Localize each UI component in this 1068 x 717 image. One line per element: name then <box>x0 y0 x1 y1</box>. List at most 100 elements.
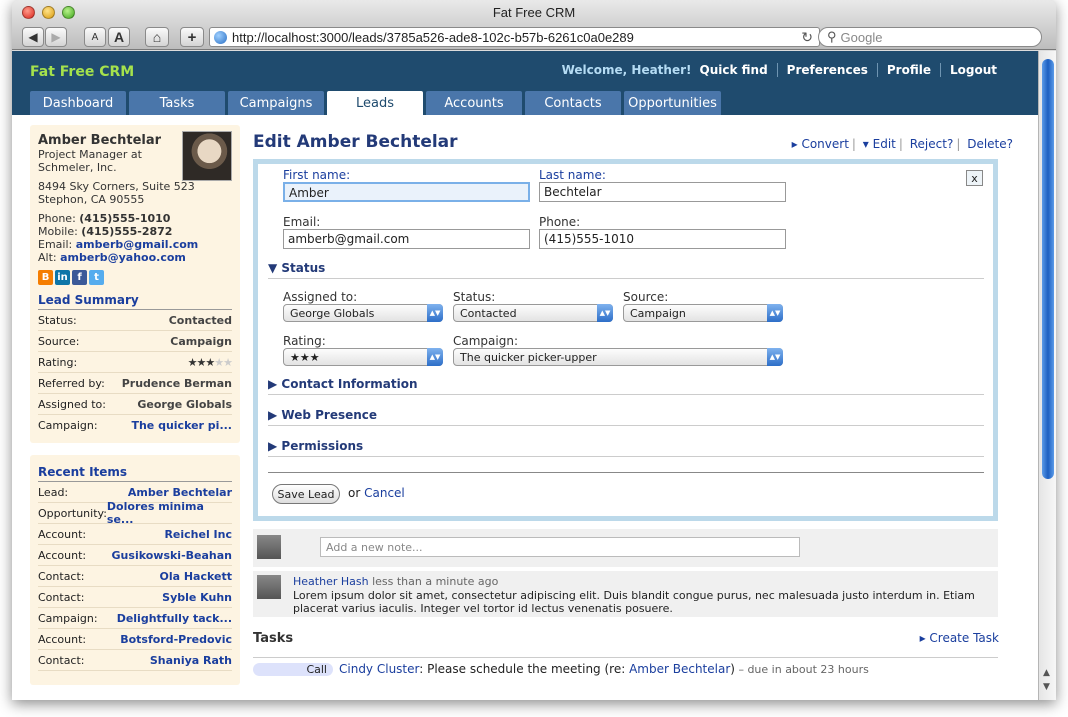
window-title: Fat Free CRM <box>492 5 576 20</box>
profile-link[interactable]: Profile <box>876 63 940 77</box>
home-button[interactable]: ⌂ <box>145 27 169 47</box>
edit-form: x First name: Amber Last name: Bechtelar… <box>253 159 998 521</box>
quick-find-link[interactable]: Quick find <box>700 63 777 77</box>
select-arrows-icon: ▲▼ <box>767 348 783 366</box>
campaign-value: The quicker picker-upper <box>460 351 597 364</box>
scroll-up-icon[interactable]: ▲ <box>1043 668 1050 678</box>
web-presence-section-header[interactable]: ▶ Web Presence <box>268 408 984 426</box>
recent-link[interactable]: Amber Bechtelar <box>128 486 232 499</box>
reload-icon[interactable]: ↻ <box>801 29 813 46</box>
recent-row: Opportunity: Dolores minima se... <box>38 500 232 526</box>
tab-campaigns[interactable]: Campaigns <box>228 91 324 115</box>
source-select[interactable]: Campaign ▲▼ <box>623 304 783 322</box>
forward-button[interactable]: ▶ <box>45 27 67 47</box>
recent-link[interactable]: Gusikowski-Beahan <box>112 549 232 562</box>
first-name-input[interactable]: Amber <box>283 182 530 202</box>
convert-link[interactable]: ▸ Convert <box>792 137 849 151</box>
contact-info-section-header[interactable]: ▶ Contact Information <box>268 377 984 395</box>
status-select[interactable]: Contacted ▲▼ <box>453 304 613 322</box>
recent-link[interactable]: Ola Hackett <box>159 570 232 583</box>
assigned-select[interactable]: George Globals ▲▼ <box>283 304 443 322</box>
recent-link[interactable]: Shaniya Rath <box>150 654 232 667</box>
summary-value: Prudence Berman <box>121 376 232 390</box>
summary-value: George Globals <box>137 397 232 411</box>
address-bar[interactable]: http://localhost:3000/leads/3785a526-ade… <box>209 27 820 47</box>
note-body-2: placerat varius iaculis. Integer vel tor… <box>293 602 673 615</box>
scrollbar-thumb[interactable] <box>1042 59 1054 479</box>
campaign-select[interactable]: The quicker picker-upper ▲▼ <box>453 348 783 366</box>
text-smaller-button[interactable]: A <box>84 27 106 47</box>
recent-link[interactable]: Reichel Inc <box>164 528 232 541</box>
task-related-link[interactable]: Amber Bechtelar <box>629 662 730 676</box>
email-link[interactable]: amberb@gmail.com <box>76 238 199 251</box>
main-tabs: Dashboard Tasks Campaigns Leads Accounts… <box>30 91 721 115</box>
recent-link[interactable]: Delightfully tack... <box>117 612 232 625</box>
delete-link[interactable]: Delete? <box>967 137 1013 151</box>
note-item: Heather Hash less than a minute ago Lore… <box>253 571 998 617</box>
recent-link[interactable]: Dolores minima se... <box>107 500 232 526</box>
note-input[interactable]: Add a new note... <box>320 537 800 557</box>
campaign-link[interactable]: The quicker pi... <box>131 419 232 432</box>
recent-key: Account: <box>38 632 87 646</box>
status-section-header[interactable]: ▼ Status <box>268 261 984 279</box>
back-button[interactable]: ◀ <box>22 27 44 47</box>
recent-link[interactable]: Botsford-Predovic <box>120 633 232 646</box>
app-logo[interactable]: Fat Free CRM <box>30 64 134 80</box>
assigned-value: George Globals <box>290 307 375 320</box>
edit-link[interactable]: ▾ Edit <box>863 137 896 151</box>
twitter-icon[interactable]: t <box>89 270 104 285</box>
first-name-label: First name: <box>283 168 351 182</box>
welcome-text: Welcome, Heather! <box>561 63 692 77</box>
phone-input[interactable]: (415)555-1010 <box>539 229 786 249</box>
recent-link[interactable]: Syble Kuhn <box>162 591 232 604</box>
scroll-down-icon[interactable]: ▼ <box>1043 682 1050 692</box>
rating-label: Rating: <box>283 334 326 348</box>
recent-items-title: Recent Items <box>38 465 232 482</box>
save-lead-button[interactable]: Save Lead <box>272 484 340 504</box>
status-value: Contacted <box>460 307 517 320</box>
rating-stars: ★★★★★ <box>188 356 233 369</box>
alt-email-link[interactable]: amberb@yahoo.com <box>60 251 186 264</box>
rating-value: ★★★ <box>290 351 320 364</box>
add-bookmark-button[interactable]: + <box>180 27 204 47</box>
linkedin-icon[interactable]: in <box>55 270 70 285</box>
form-divider <box>268 472 984 473</box>
facebook-icon[interactable]: f <box>72 270 87 285</box>
or-cancel: or Cancel <box>348 486 405 500</box>
tab-tasks[interactable]: Tasks <box>129 91 225 115</box>
tab-leads[interactable]: Leads <box>327 91 423 115</box>
title-bar: Fat Free CRM ◀ ▶ A A ⌂ + http://localhos… <box>12 0 1056 50</box>
summary-row-assigned: Assigned to: George Globals <box>38 394 232 415</box>
lead-actions: ▸ Convert | ▾ Edit | Reject? | Delete? <box>791 137 1013 151</box>
task-contact-link[interactable]: Cindy Cluster <box>339 662 419 676</box>
note-body-1: Lorem ipsum dolor sit amet, consectetur … <box>293 589 975 602</box>
rating-select[interactable]: ★★★ ▲▼ <box>283 348 443 366</box>
tab-accounts[interactable]: Accounts <box>426 91 522 115</box>
tab-opportunities[interactable]: Opportunities <box>624 91 721 115</box>
app-header: Fat Free CRM Welcome, Heather! Quick fin… <box>12 51 1038 115</box>
phone-label: Phone: <box>38 212 76 225</box>
permissions-section-header[interactable]: ▶ Permissions <box>268 439 984 457</box>
preferences-link[interactable]: Preferences <box>776 63 877 77</box>
vertical-scrollbar[interactable]: ▲ ▼ <box>1038 51 1056 700</box>
address-line-2: Stephon, CA 90555 <box>38 193 145 206</box>
blog-icon[interactable]: B <box>38 270 53 285</box>
phone-value: (415)555-1010 <box>79 212 171 225</box>
note-author-link[interactable]: Heather Hash <box>293 575 369 588</box>
source-value: Campaign <box>630 307 686 320</box>
source-label: Source: <box>623 290 669 304</box>
task-row: Call Cindy Cluster: Please schedule the m… <box>253 657 998 676</box>
reject-link[interactable]: Reject? <box>910 137 954 151</box>
last-name-input[interactable]: Bechtelar <box>539 182 786 202</box>
close-icon[interactable]: x <box>966 170 983 186</box>
cancel-link[interactable]: Cancel <box>364 486 405 500</box>
lead-summary-title: Lead Summary <box>38 293 232 310</box>
text-bigger-button[interactable]: A <box>108 27 130 47</box>
create-task-link[interactable]: ▸ Create Task <box>920 631 999 645</box>
tasks-title: Tasks <box>253 631 294 646</box>
logout-link[interactable]: Logout <box>939 63 1006 77</box>
email-input[interactable]: amberb@gmail.com <box>283 229 530 249</box>
tab-dashboard[interactable]: Dashboard <box>30 91 126 115</box>
tab-contacts[interactable]: Contacts <box>525 91 621 115</box>
search-field[interactable]: ⚲ Google <box>818 27 1042 47</box>
